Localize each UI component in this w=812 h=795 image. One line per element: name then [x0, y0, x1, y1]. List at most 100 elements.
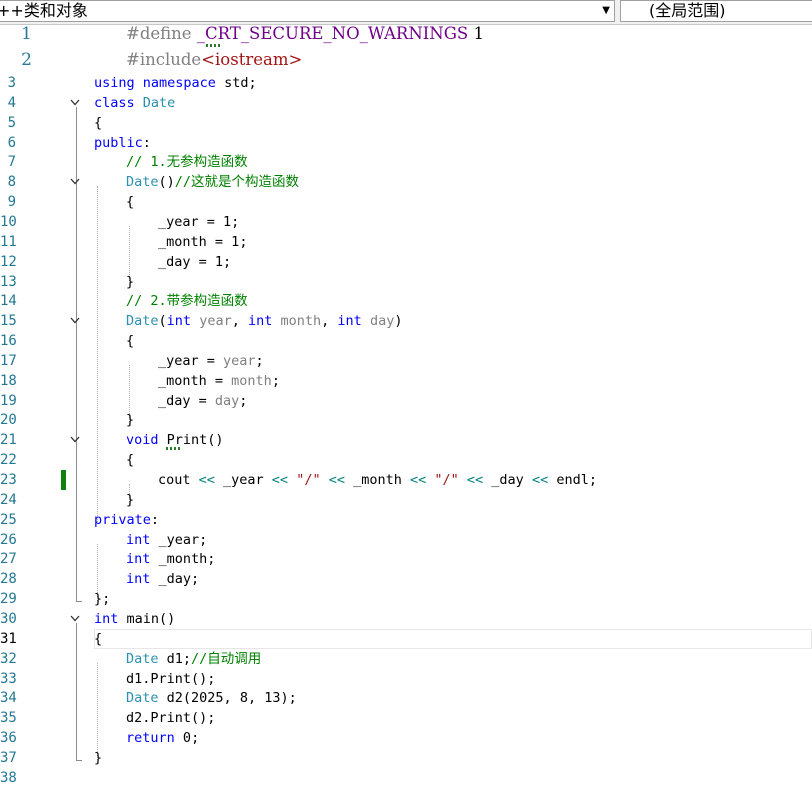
code-token: _day [491, 472, 524, 488]
member-scope-label: (全局范围) [649, 1, 726, 20]
code-token: Print [150, 670, 192, 687]
code-token: _day [158, 392, 191, 409]
collapse-chevron-icon[interactable] [70, 615, 80, 622]
collapse-chevron-icon[interactable] [70, 436, 80, 443]
code-line[interactable]: 19 _day = day; [0, 391, 812, 411]
line-number: 38 [0, 769, 17, 786]
line-number: 30 [0, 610, 17, 627]
code-line[interactable]: 26 int _year; [0, 530, 812, 550]
code-token: #define [126, 24, 197, 43]
code-line[interactable]: 11 _month = 1; [0, 232, 812, 252]
code-text: class Date [94, 93, 175, 113]
code-text: { [126, 450, 134, 470]
code-text: }; [94, 589, 110, 609]
code-line[interactable]: 15 Date(int year, int month, int day) [0, 311, 812, 331]
code-text: using namespace std; [94, 73, 257, 93]
code-line[interactable]: 22 { [0, 450, 812, 470]
code-line[interactable]: 23 cout << _year << "/" << _month << "/" … [0, 470, 812, 490]
code-line[interactable]: 36 return 0; [0, 728, 812, 748]
code-line[interactable]: 8 Date()//这就是个构造函数 [0, 172, 812, 192]
code-text: } [126, 272, 134, 292]
code-line[interactable]: 24} [0, 490, 812, 510]
code-line[interactable]: 25 private: [0, 510, 812, 530]
code-token: day [214, 392, 240, 409]
code-line[interactable]: 7 // 1.无参构造函数 [0, 152, 812, 172]
code-line[interactable]: 13} [0, 272, 812, 292]
code-text: Date d1;//自动调用 [126, 649, 261, 669]
code-token: #include [126, 50, 202, 69]
code-text: Date()//这就是个构造函数 [126, 172, 299, 192]
code-token: Date [126, 174, 159, 191]
member-scope-dropdown[interactable]: (全局范围) [620, 0, 812, 22]
code-line[interactable]: 2 #include<iostream> [0, 50, 812, 70]
code-token: private [94, 511, 151, 528]
code-line[interactable]: 4 class Date [0, 93, 812, 113]
line-number: 8 [7, 174, 16, 191]
line-number: 15 [0, 313, 17, 330]
line-number: 21 [0, 432, 17, 449]
code-token: // 1.无参构造函数 [126, 154, 248, 171]
code-token: (); [191, 670, 216, 687]
code-line[interactable]: 37} [0, 748, 812, 768]
code-line[interactable]: 34 Date d2(2025, 8, 13); [0, 688, 812, 708]
code-text: public: [94, 133, 151, 153]
code-line[interactable]: 31 { [0, 628, 812, 649]
code-token: () [207, 432, 224, 449]
line-number: 7 [7, 154, 16, 171]
code-line[interactable]: 28 int _day; [0, 569, 812, 589]
warning-squiggle [206, 44, 222, 47]
code-editor[interactable]: 1 #define _CRT_SECURE_NO_WARNINGS 1 2 #incl… [0, 24, 812, 795]
code-token: int [126, 531, 151, 548]
code-line[interactable]: 18 _month = month; [0, 371, 812, 391]
code-text: _day = day; [158, 391, 247, 411]
code-line[interactable]: 12 _day = 1; [0, 252, 812, 272]
code-line[interactable]: 6 public: [0, 133, 812, 153]
code-line[interactable]: 29}; [0, 589, 812, 609]
code-token: 8 [239, 690, 248, 707]
collapse-chevron-icon[interactable] [70, 99, 80, 106]
code-token: return [126, 730, 175, 747]
code-line[interactable]: 35 d2.Print(); [0, 708, 812, 728]
code-line[interactable]: 38 [0, 768, 812, 788]
code-token: 1 [214, 253, 224, 270]
line-number: 31 [0, 630, 17, 647]
code-token: 1 [223, 213, 232, 230]
code-text: } [126, 410, 134, 430]
code-token: d2( [158, 690, 192, 707]
code-line[interactable]: 3 using namespace std; [0, 73, 812, 93]
code-token: Date [126, 650, 159, 667]
code-token: int [126, 571, 151, 588]
code-token: main [126, 610, 160, 627]
collapse-chevron-icon[interactable] [70, 178, 80, 185]
line-number: 1 [21, 24, 32, 44]
code-line[interactable]: 30 int main() [0, 609, 812, 629]
line-number: 22 [0, 452, 17, 469]
code-line[interactable]: 5{ [0, 113, 812, 133]
code-token: (); [191, 710, 216, 727]
code-line[interactable]: 33 d1.Print(); [0, 669, 812, 689]
code-token: int [94, 610, 119, 627]
code-line[interactable]: 17 _year = year; [0, 351, 812, 371]
code-line[interactable]: 20} [0, 410, 812, 430]
code-text: d1.Print(); [126, 669, 215, 689]
code-line[interactable]: 14 // 2.带参构造函数 [0, 291, 812, 311]
line-number: 5 [7, 114, 16, 131]
code-line[interactable]: 1 #define _CRT_SECURE_NO_WARNINGS 1 [0, 24, 812, 44]
code-token: ; [255, 352, 264, 369]
type-scope-dropdown[interactable]: ++类和对象 ▼ [0, 0, 615, 22]
code-line[interactable]: 9{ [0, 192, 812, 212]
chevron-down-icon[interactable]: ▼ [602, 1, 610, 21]
code-line[interactable]: 16 { [0, 331, 812, 351]
code-token: ; [271, 372, 280, 389]
code-line[interactable]: 21 void Print() [0, 430, 812, 450]
code-token: <iostream> [201, 50, 303, 69]
code-line[interactable]: 27 int _month; [0, 549, 812, 569]
code-line[interactable]: 32 Date d1;//自动调用 [0, 649, 812, 669]
code-token: //这就是个构造函数 [174, 174, 300, 191]
collapse-chevron-icon[interactable] [70, 317, 80, 324]
line-number: 33 [0, 670, 17, 687]
code-token: << [401, 472, 435, 488]
code-line[interactable]: 10 _year = 1; [0, 212, 812, 232]
code-token: { [126, 452, 135, 469]
